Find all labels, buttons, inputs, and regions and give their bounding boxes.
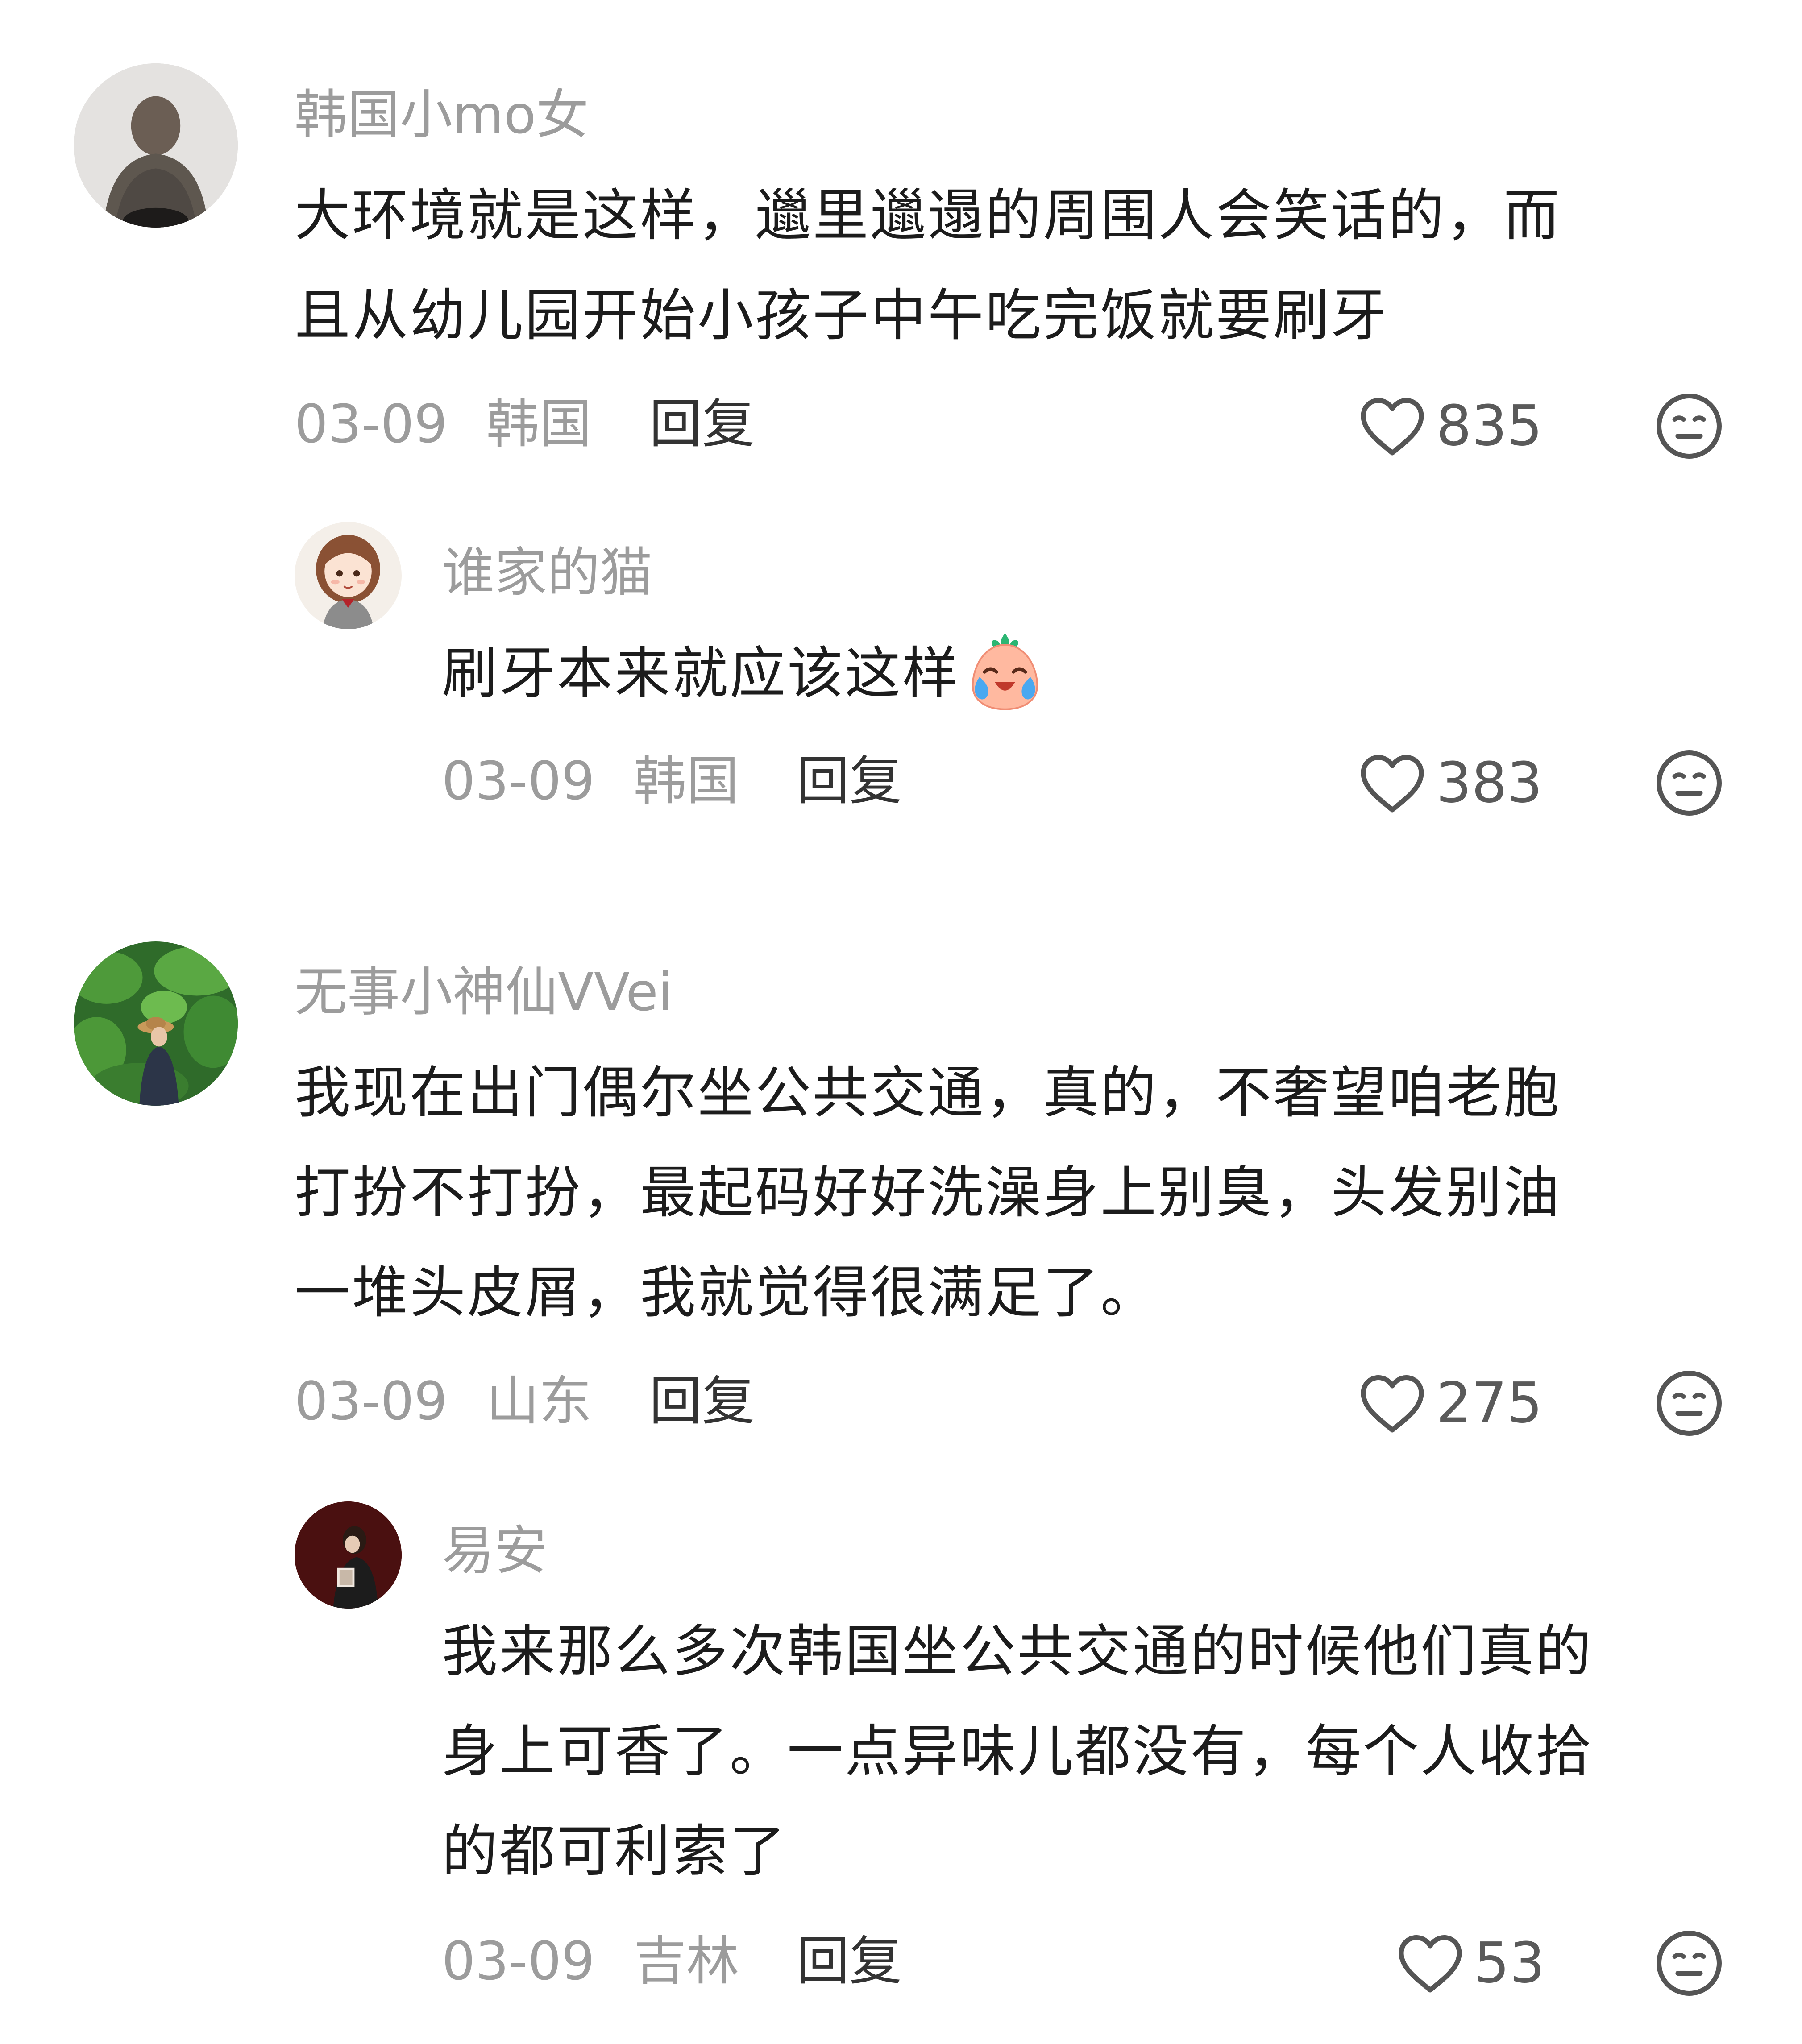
- comment-date: 03-09: [442, 1930, 595, 1992]
- comment-location: 韩国: [486, 393, 592, 455]
- like-button[interactable]: 53: [1395, 1930, 1545, 1997]
- like-count: 53: [1474, 1931, 1545, 1995]
- comment-location: 韩国: [634, 750, 739, 812]
- dislike-button[interactable]: [1653, 390, 1725, 462]
- like-count: 275: [1436, 1371, 1543, 1435]
- comment-text-line: 一堆头皮屑，我就觉得很满足了。: [295, 1260, 1158, 1325]
- like-count: 383: [1436, 750, 1543, 815]
- comment-text: 我来那么多次韩国坐公共交通的时候他们真的 身上可香了。一点异味儿都没有，每个人收…: [442, 1602, 1767, 1902]
- neutral-face-icon: [1657, 1931, 1722, 1996]
- heart-outline-icon: [1361, 398, 1424, 456]
- avatar-image: [295, 1501, 402, 1609]
- username[interactable]: 韩国小mo女: [295, 81, 589, 148]
- like-count: 835: [1436, 394, 1543, 458]
- comment-text-line: 刷牙本来就应该这样: [442, 641, 960, 706]
- neutral-face-icon: [1657, 1371, 1722, 1436]
- reply-button[interactable]: 回复: [649, 390, 755, 457]
- comment-date: 03-09: [295, 1370, 448, 1432]
- reply-button[interactable]: 回复: [797, 1928, 902, 1994]
- comment-text-line: 大环境就是这样，邋里邋遢的周围人会笑话的，而: [295, 183, 1561, 248]
- avatar-image: [74, 941, 238, 1106]
- comment-text-line: 我来那么多次韩国坐公共交通的时候他们真的: [442, 1619, 1593, 1684]
- neutral-face-icon: [1657, 750, 1722, 816]
- user-avatar[interactable]: [295, 1501, 402, 1609]
- comment-date: 03-09: [295, 393, 448, 455]
- heart-outline-icon: [1399, 1935, 1462, 1993]
- dislike-button[interactable]: [1653, 747, 1725, 819]
- comment-text: 大环境就是这样，邋里邋遢的周围人会笑话的，而 且从幼儿园开始小孩子中午吃完饭就要…: [295, 166, 1767, 366]
- reply-button[interactable]: 回复: [797, 747, 902, 814]
- comment-text: 我现在出门偶尔坐公共交通，真的，不奢望咱老胞 打扮不打扮，最起码好好洗澡身上别臭…: [295, 1043, 1767, 1343]
- comment-text-line: 身上可香了。一点异味儿都没有，每个人收拾: [442, 1719, 1593, 1784]
- like-button[interactable]: 835: [1357, 393, 1543, 460]
- avatar-image: [74, 63, 238, 228]
- comment-text-line: 的都可利索了: [442, 1819, 787, 1884]
- comment-location: 吉林: [634, 1930, 739, 1992]
- comment-text-line: 打扮不打扮，最起码好好洗澡身上别臭，头发别油: [295, 1161, 1561, 1225]
- comment-text-line: 且从幼儿园开始小孩子中午吃完饭就要刷牙: [295, 283, 1388, 348]
- user-avatar[interactable]: [74, 63, 238, 228]
- user-avatar[interactable]: [74, 941, 238, 1106]
- heart-outline-icon: [1361, 1375, 1424, 1433]
- comment-text: 刷牙本来就应该这样: [442, 624, 1767, 724]
- comment-date: 03-09: [442, 750, 595, 812]
- comment-location: 山东: [486, 1370, 592, 1432]
- laughing-crying-emoji-icon: [963, 630, 1047, 714]
- dislike-button[interactable]: [1653, 1368, 1725, 1439]
- neutral-face-icon: [1657, 394, 1722, 459]
- user-avatar[interactable]: [295, 522, 402, 629]
- comment-text-line: 我现在出门偶尔坐公共交通，真的，不奢望咱老胞: [295, 1061, 1561, 1125]
- dislike-button[interactable]: [1653, 1928, 1725, 1999]
- avatar-image: [295, 522, 402, 629]
- like-button[interactable]: 275: [1357, 1370, 1543, 1437]
- like-button[interactable]: 383: [1357, 750, 1543, 817]
- username[interactable]: 谁家的猫: [442, 539, 652, 606]
- heart-outline-icon: [1361, 755, 1424, 813]
- username[interactable]: 易安: [442, 1517, 547, 1584]
- username[interactable]: 无事小神仙VVei: [295, 958, 673, 1025]
- reply-button[interactable]: 回复: [649, 1368, 755, 1435]
